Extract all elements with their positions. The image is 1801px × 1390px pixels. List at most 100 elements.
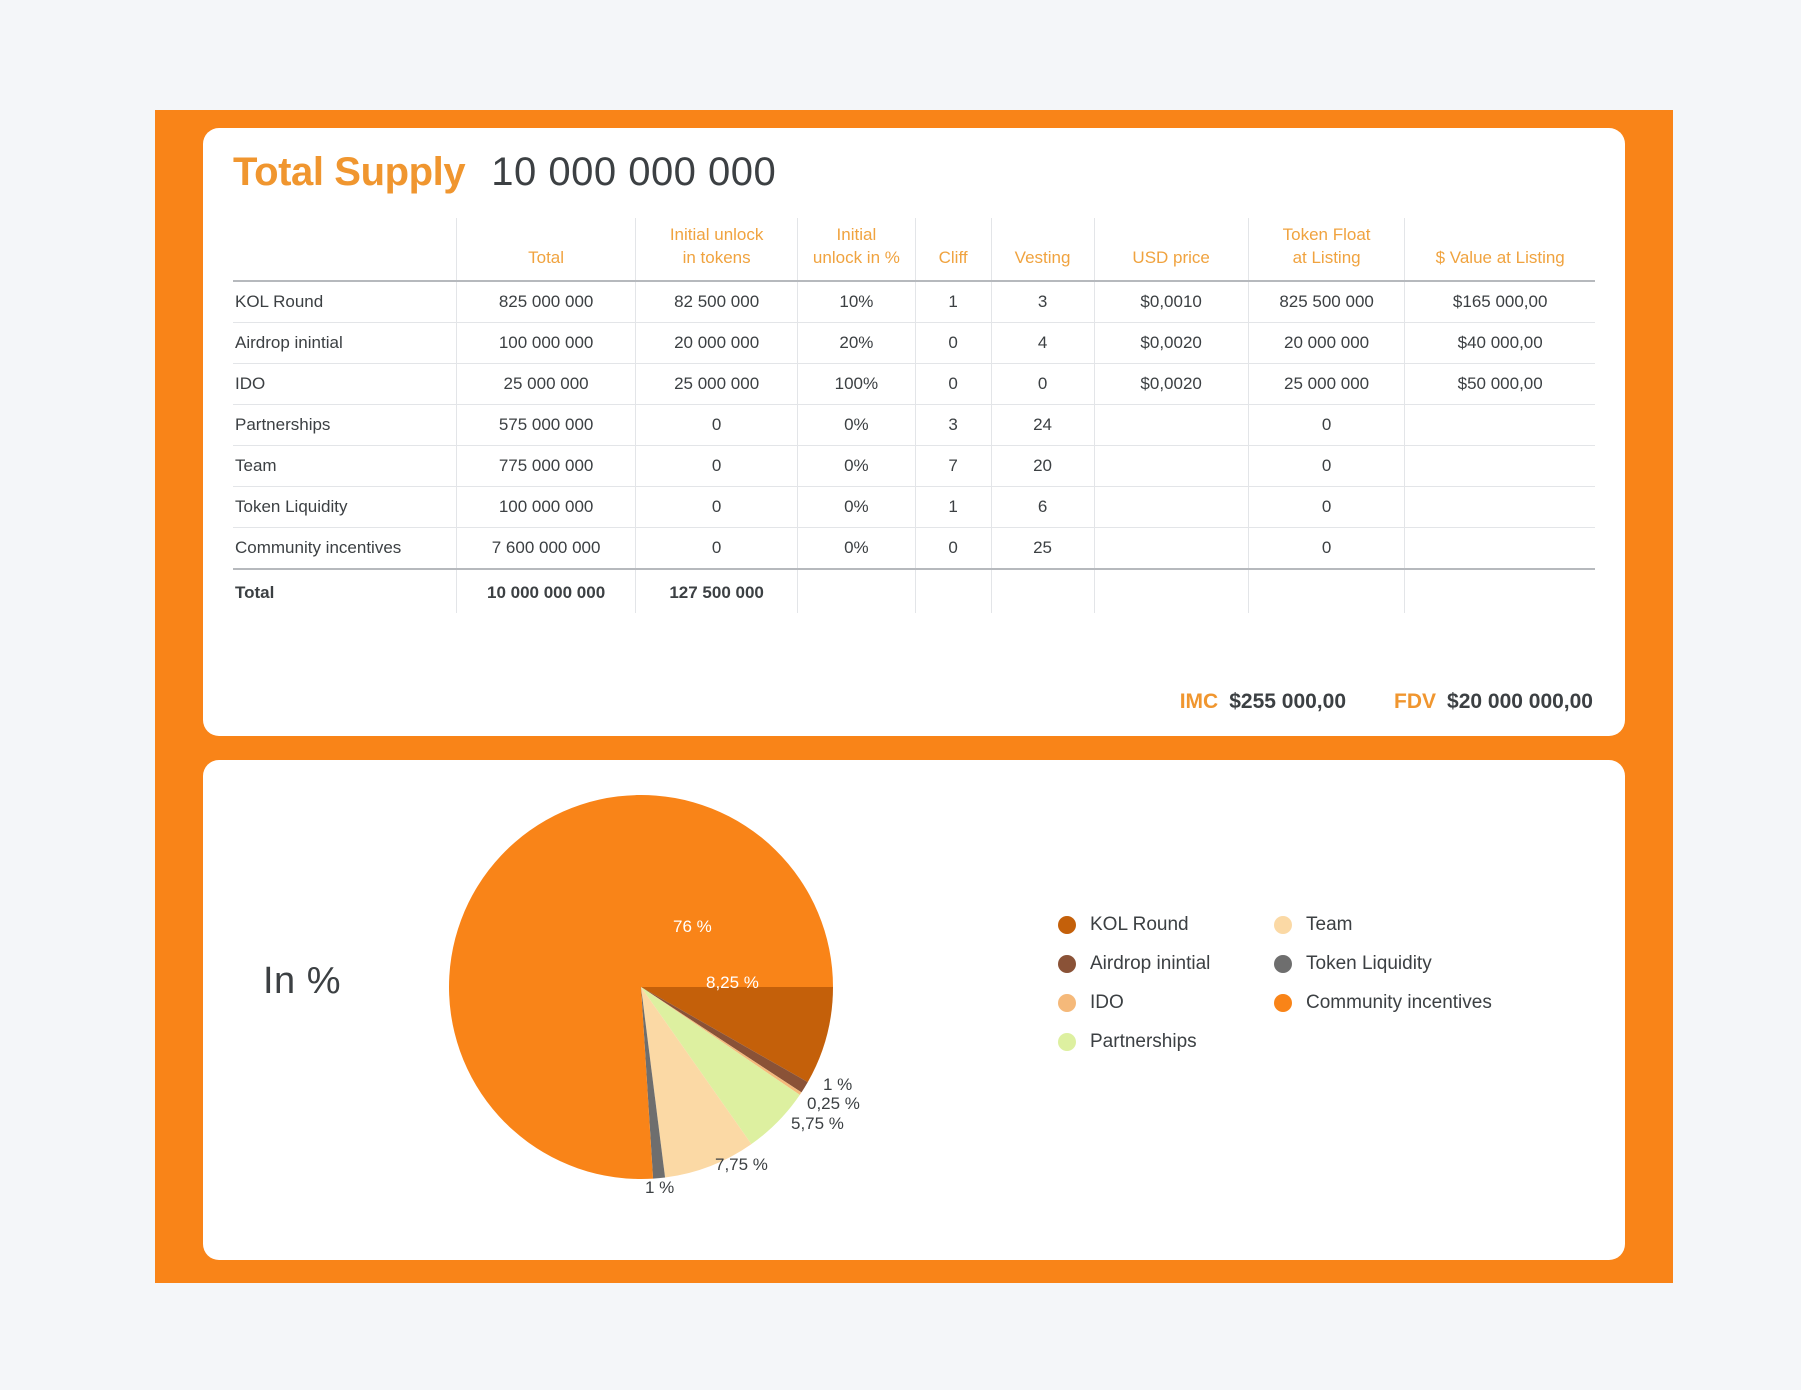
column-header-token-float: Token Float at Listing bbox=[1247, 218, 1405, 281]
legend-label: KOL Round bbox=[1090, 913, 1189, 935]
cell-name: Token Liquidity bbox=[233, 486, 457, 528]
supply-table: Total Initial unlock in tokens Initial u… bbox=[233, 218, 1595, 613]
legend-item-community-incentives[interactable]: Community incentives bbox=[1274, 983, 1578, 1022]
cell-token-float: 0 bbox=[1247, 486, 1405, 528]
cell-initial-unlock-percent: 10% bbox=[797, 280, 916, 323]
table-body: KOL Round 825 000 000 82 500 000 10% 1 3… bbox=[233, 280, 1595, 613]
legend-item-partnerships[interactable]: Partnerships bbox=[1058, 1022, 1274, 1061]
legend-swatch-icon bbox=[1058, 1032, 1076, 1051]
table-head: Total Initial unlock in tokens Initial u… bbox=[233, 218, 1595, 281]
cell-initial-unlock-tokens: 82 500 000 bbox=[635, 280, 798, 323]
table-row: IDO 25 000 000 25 000 000 100% 0 0 $0,00… bbox=[233, 363, 1595, 405]
pie-chart: 76 % 8,25 % 1 % 0,25 % 5,75 % 7,75 % 1 % bbox=[441, 787, 861, 1207]
legend-item-empty bbox=[1274, 1022, 1578, 1061]
cell-vesting: 6 bbox=[990, 486, 1094, 528]
chart-caption: In % bbox=[263, 960, 342, 1002]
legend-swatch-icon bbox=[1274, 993, 1292, 1012]
cell-initial-unlock-percent: 0% bbox=[797, 404, 916, 446]
legend-label: IDO bbox=[1090, 991, 1124, 1013]
cell-initial-unlock-tokens: 0 bbox=[635, 486, 798, 528]
legend-item-ido[interactable]: IDO bbox=[1058, 983, 1274, 1022]
cell-cliff bbox=[914, 568, 992, 613]
cell-token-float: 25 000 000 bbox=[1247, 363, 1405, 405]
cell-token-float: 20 000 000 bbox=[1247, 322, 1405, 364]
cell-vesting: 4 bbox=[990, 322, 1094, 364]
cell-vesting: 24 bbox=[990, 404, 1094, 446]
table-row: Team 775 000 000 0 0% 7 20 0 bbox=[233, 445, 1595, 487]
cell-token-float: 0 bbox=[1247, 404, 1405, 446]
pie-label-token-liquidity: 1 % bbox=[645, 1178, 675, 1197]
cell-total: 10 000 000 000 bbox=[456, 568, 636, 613]
metric-fdv-label: FDV bbox=[1394, 690, 1437, 713]
cell-usd-price bbox=[1093, 445, 1249, 487]
legend-item-team[interactable]: Team bbox=[1274, 905, 1578, 944]
cell-vesting: 25 bbox=[990, 527, 1094, 570]
legend-item-token-liquidity[interactable]: Token Liquidity bbox=[1274, 944, 1578, 983]
legend-swatch-icon bbox=[1274, 954, 1292, 973]
table-total-row: Total 10 000 000 000 127 500 000 bbox=[233, 568, 1595, 613]
legend-swatch-icon bbox=[1058, 993, 1076, 1012]
cell-total: 100 000 000 bbox=[456, 486, 636, 528]
page-title: Total Supply bbox=[233, 150, 466, 194]
cell-initial-unlock-tokens: 25 000 000 bbox=[635, 363, 798, 405]
column-header-vesting: Vesting bbox=[990, 218, 1094, 281]
cell-value-at-listing bbox=[1404, 486, 1595, 528]
total-supply-card: Total Supply 10 000 000 000 Total Initia… bbox=[203, 128, 1625, 736]
cell-value-at-listing bbox=[1404, 404, 1595, 446]
cell-initial-unlock-tokens: 0 bbox=[635, 404, 798, 446]
summary-metrics: IMC $255 000,00 FDV $20 000 000,00 bbox=[1180, 690, 1593, 714]
distribution-chart-card: In % 76 % 8,25 % 1 % 0,25 % 5,75 % 7,75 … bbox=[203, 760, 1625, 1260]
cell-value-at-listing bbox=[1404, 445, 1595, 487]
column-header-value-at-listing: $ Value at Listing bbox=[1404, 218, 1595, 281]
cell-initial-unlock-percent bbox=[797, 568, 916, 613]
cell-initial-unlock-percent: 0% bbox=[797, 527, 916, 570]
cell-cliff: 7 bbox=[914, 445, 992, 487]
cell-total: 775 000 000 bbox=[456, 445, 636, 487]
pie-label-team: 7,75 % bbox=[715, 1155, 768, 1174]
tokenomics-page: Total Supply 10 000 000 000 Total Initia… bbox=[0, 0, 1801, 1390]
supply-header: Total Supply 10 000 000 000 bbox=[233, 150, 776, 195]
cell-initial-unlock-tokens: 127 500 000 bbox=[635, 568, 798, 613]
cell-total: 575 000 000 bbox=[456, 404, 636, 446]
column-header-initial-unlock-tokens: Initial unlock in tokens bbox=[635, 218, 798, 281]
cell-initial-unlock-percent: 0% bbox=[797, 445, 916, 487]
legend-label: Airdrop inintial bbox=[1090, 952, 1211, 974]
table-header-row: Total Initial unlock in tokens Initial u… bbox=[233, 218, 1595, 281]
chart-legend: KOL Round Airdrop inintial IDO Partnersh… bbox=[1058, 905, 1578, 1061]
cell-name: Community incentives bbox=[233, 527, 457, 570]
table-row: Community incentives 7 600 000 000 0 0% … bbox=[233, 527, 1595, 570]
cell-total: 25 000 000 bbox=[456, 363, 636, 405]
cell-value-at-listing: $50 000,00 bbox=[1404, 363, 1595, 405]
cell-token-float: 825 500 000 bbox=[1247, 280, 1405, 323]
pie-label-community-incentives: 76 % bbox=[673, 917, 712, 936]
cell-name: IDO bbox=[233, 363, 457, 405]
total-supply-value: 10 000 000 000 bbox=[491, 150, 777, 194]
pie-label-kol-round: 8,25 % bbox=[706, 973, 759, 992]
column-header-name bbox=[233, 218, 457, 281]
cell-name: KOL Round bbox=[233, 280, 457, 323]
cell-vesting: 20 bbox=[990, 445, 1094, 487]
legend-label: Team bbox=[1306, 913, 1353, 935]
legend-item-kol-round[interactable]: KOL Round bbox=[1058, 905, 1274, 944]
cell-vesting bbox=[990, 568, 1094, 613]
cell-usd-price: $0,0010 bbox=[1093, 280, 1249, 323]
legend-item-airdrop-inintial[interactable]: Airdrop inintial bbox=[1058, 944, 1274, 983]
cell-name: Partnerships bbox=[233, 404, 457, 446]
cell-usd-price bbox=[1093, 527, 1249, 570]
legend-label: Token Liquidity bbox=[1306, 952, 1432, 974]
legend-label: Community incentives bbox=[1306, 991, 1492, 1013]
cell-usd-price bbox=[1093, 568, 1249, 613]
cell-name: Total bbox=[235, 582, 275, 602]
cell-total: 7 600 000 000 bbox=[456, 527, 636, 570]
pie-chart-svg bbox=[449, 795, 833, 1179]
cell-usd-price bbox=[1093, 486, 1249, 528]
column-header-initial-unlock-percent: Initial unlock in % bbox=[797, 218, 916, 281]
cell-token-float: 0 bbox=[1247, 445, 1405, 487]
cell-usd-price: $0,0020 bbox=[1093, 322, 1249, 364]
cell-cliff: 1 bbox=[914, 486, 992, 528]
cell-cliff: 0 bbox=[914, 363, 992, 405]
cell-name: Airdrop inintial bbox=[233, 322, 457, 364]
cell-cliff: 3 bbox=[914, 404, 992, 446]
pie-label-partnerships: 5,75 % bbox=[791, 1114, 844, 1133]
legend-label: Partnerships bbox=[1090, 1030, 1197, 1052]
